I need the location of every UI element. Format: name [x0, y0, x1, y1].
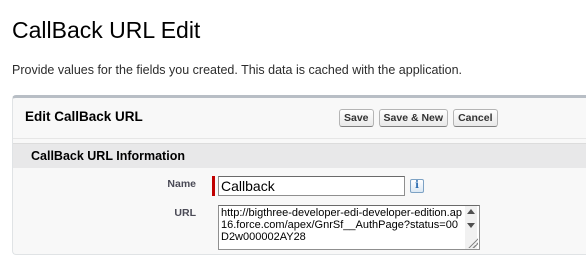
info-icon[interactable]: i — [410, 179, 424, 193]
scroll-down-arrow-icon[interactable] — [467, 223, 475, 228]
cancel-button[interactable]: Cancel — [453, 109, 498, 127]
save-and-new-button[interactable]: Save & New — [378, 109, 449, 127]
page-title: CallBack URL Edit — [12, 17, 201, 43]
button-group: Save Save & New Cancel — [339, 109, 498, 127]
url-field-label: URL — [174, 207, 196, 219]
url-textarea[interactable]: http://bigthree-developer-edi-developer-… — [218, 205, 480, 250]
name-input[interactable] — [218, 176, 405, 196]
required-indicator — [212, 176, 215, 196]
page-description: Provide values for the fields you create… — [12, 63, 463, 77]
resize-grip-icon[interactable] — [467, 237, 478, 248]
name-field-label: Name — [167, 178, 196, 190]
section-title: CallBack URL Information — [31, 149, 185, 163]
panel-title: Edit CallBack URL — [25, 109, 143, 124]
scroll-up-arrow-icon[interactable] — [467, 209, 475, 214]
section-header: CallBack URL Information — [13, 143, 586, 168]
panel-header: Edit CallBack URL Save Save & New Cancel — [13, 98, 586, 139]
save-button[interactable]: Save — [339, 109, 374, 127]
